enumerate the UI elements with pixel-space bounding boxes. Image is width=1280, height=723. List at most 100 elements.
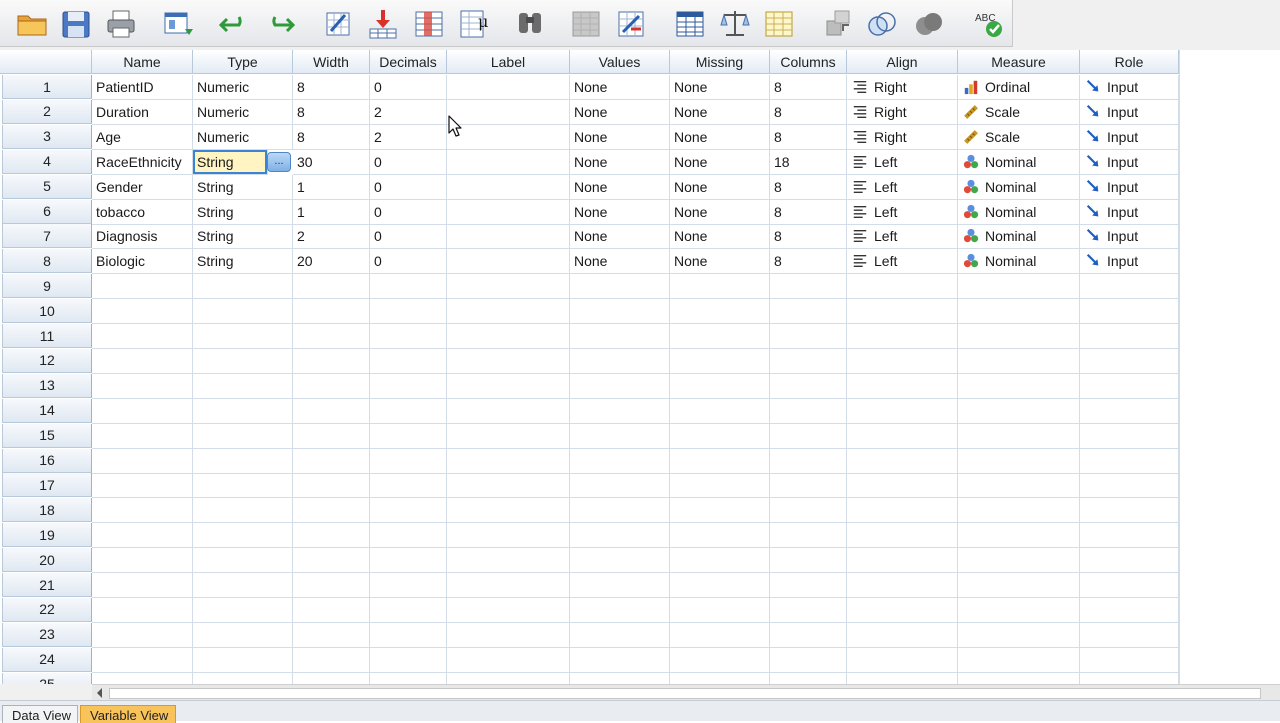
cell-width[interactable] xyxy=(293,573,370,598)
cell-measure[interactable]: Nominal xyxy=(958,149,1080,175)
cell-label[interactable] xyxy=(447,299,570,325)
cell-missing[interactable] xyxy=(670,672,770,684)
row-header[interactable]: 4 xyxy=(2,149,92,174)
cell-decimals[interactable]: 0 xyxy=(370,249,447,275)
cell-align[interactable] xyxy=(847,448,958,474)
row-header[interactable]: 2 xyxy=(2,99,92,124)
cell-align[interactable]: Left xyxy=(847,149,958,175)
cell-name[interactable]: Gender xyxy=(92,174,193,200)
cell-values[interactable] xyxy=(570,299,670,325)
row-header[interactable]: 19 xyxy=(2,523,92,548)
insert-cases-icon[interactable] xyxy=(568,6,604,42)
cell-decimals[interactable] xyxy=(370,473,447,499)
cell-width[interactable] xyxy=(293,647,370,673)
cell-columns[interactable] xyxy=(770,473,847,499)
cell-type[interactable] xyxy=(193,274,293,300)
row-header[interactable]: 5 xyxy=(2,174,92,199)
row-header[interactable]: 25 xyxy=(2,672,92,684)
cell-name[interactable] xyxy=(92,473,193,499)
cell-missing[interactable]: None xyxy=(670,124,770,150)
cell-columns[interactable] xyxy=(770,398,847,424)
row-header[interactable]: 24 xyxy=(2,647,92,672)
cell-type[interactable] xyxy=(193,548,293,574)
cell-label[interactable] xyxy=(447,124,570,150)
cell-missing[interactable]: None xyxy=(670,99,770,125)
cell-decimals[interactable] xyxy=(370,498,447,524)
cell-values[interactable]: None xyxy=(570,199,670,225)
cell-values[interactable] xyxy=(570,398,670,424)
cell-values[interactable] xyxy=(570,274,670,300)
cell-type[interactable] xyxy=(193,647,293,673)
cell-type[interactable] xyxy=(193,473,293,499)
cell-measure[interactable] xyxy=(958,348,1080,374)
row-header[interactable]: 6 xyxy=(2,199,92,224)
cell-decimals[interactable] xyxy=(370,647,447,673)
cell-columns[interactable] xyxy=(770,299,847,325)
column-header-missing[interactable]: Missing xyxy=(670,50,770,74)
cell-decimals[interactable]: 0 xyxy=(370,174,447,200)
cell-type[interactable] xyxy=(193,573,293,598)
cell-type[interactable] xyxy=(193,448,293,474)
cell-width[interactable] xyxy=(293,672,370,684)
cell-label[interactable] xyxy=(447,274,570,300)
split-file-icon[interactable] xyxy=(672,6,708,42)
cell-type[interactable] xyxy=(193,324,293,349)
cell-values[interactable]: None xyxy=(570,75,670,100)
cell-missing[interactable]: None xyxy=(670,149,770,175)
cell-role[interactable] xyxy=(1080,324,1179,349)
cell-columns[interactable]: 8 xyxy=(770,99,847,125)
horizontal-scrollbar[interactable] xyxy=(92,684,1280,701)
cell-decimals[interactable] xyxy=(370,523,447,549)
cell-width[interactable] xyxy=(293,448,370,474)
cell-missing[interactable]: None xyxy=(670,174,770,200)
cell-missing[interactable] xyxy=(670,373,770,399)
cell-decimals[interactable]: 0 xyxy=(370,199,447,225)
insert-variable-icon[interactable] xyxy=(613,6,649,42)
cell-name[interactable] xyxy=(92,597,193,623)
cell-name[interactable] xyxy=(92,647,193,673)
cell-align[interactable] xyxy=(847,473,958,499)
cell-values[interactable]: None xyxy=(570,99,670,125)
cell-role[interactable]: Input xyxy=(1080,174,1179,200)
cell-decimals[interactable] xyxy=(370,274,447,300)
cell-decimals[interactable] xyxy=(370,622,447,648)
cell-values[interactable] xyxy=(570,523,670,549)
cell-missing[interactable] xyxy=(670,473,770,499)
cell-columns[interactable] xyxy=(770,498,847,524)
cell-decimals[interactable] xyxy=(370,423,447,449)
cell-values[interactable] xyxy=(570,548,670,574)
column-header-label[interactable]: Label xyxy=(447,50,570,74)
cell-missing[interactable]: None xyxy=(670,75,770,100)
undo-icon[interactable] xyxy=(216,6,252,42)
cell-role[interactable] xyxy=(1080,448,1179,474)
cell-measure[interactable]: Ordinal xyxy=(958,75,1080,100)
cell-measure[interactable] xyxy=(958,647,1080,673)
cell-width[interactable]: 30 xyxy=(293,149,370,175)
cell-type[interactable]: Numeric xyxy=(193,124,293,150)
cell-missing[interactable] xyxy=(670,423,770,449)
cell-align[interactable]: Right xyxy=(847,99,958,125)
cell-values[interactable] xyxy=(570,324,670,349)
cell-type[interactable]: String xyxy=(193,224,293,250)
cell-missing[interactable] xyxy=(670,498,770,524)
cell-role[interactable]: Input xyxy=(1080,199,1179,225)
cell-label[interactable] xyxy=(447,573,570,598)
cell-columns[interactable]: 8 xyxy=(770,124,847,150)
cell-width[interactable] xyxy=(293,498,370,524)
cell-values[interactable]: None xyxy=(570,149,670,175)
scroll-thumb[interactable] xyxy=(109,688,1261,699)
cell-type[interactable] xyxy=(193,423,293,449)
cell-type[interactable]: String xyxy=(193,249,293,275)
cell-width[interactable] xyxy=(293,597,370,623)
cell-align[interactable] xyxy=(847,299,958,325)
cell-name[interactable] xyxy=(92,423,193,449)
cell-width[interactable] xyxy=(293,373,370,399)
cell-measure[interactable]: Nominal xyxy=(958,174,1080,200)
cell-width[interactable] xyxy=(293,423,370,449)
cell-align[interactable]: Left xyxy=(847,249,958,275)
cell-label[interactable] xyxy=(447,398,570,424)
cell-columns[interactable]: 8 xyxy=(770,75,847,100)
cell-name[interactable] xyxy=(92,622,193,648)
cell-width[interactable] xyxy=(293,299,370,325)
cell-columns[interactable]: 8 xyxy=(770,249,847,275)
